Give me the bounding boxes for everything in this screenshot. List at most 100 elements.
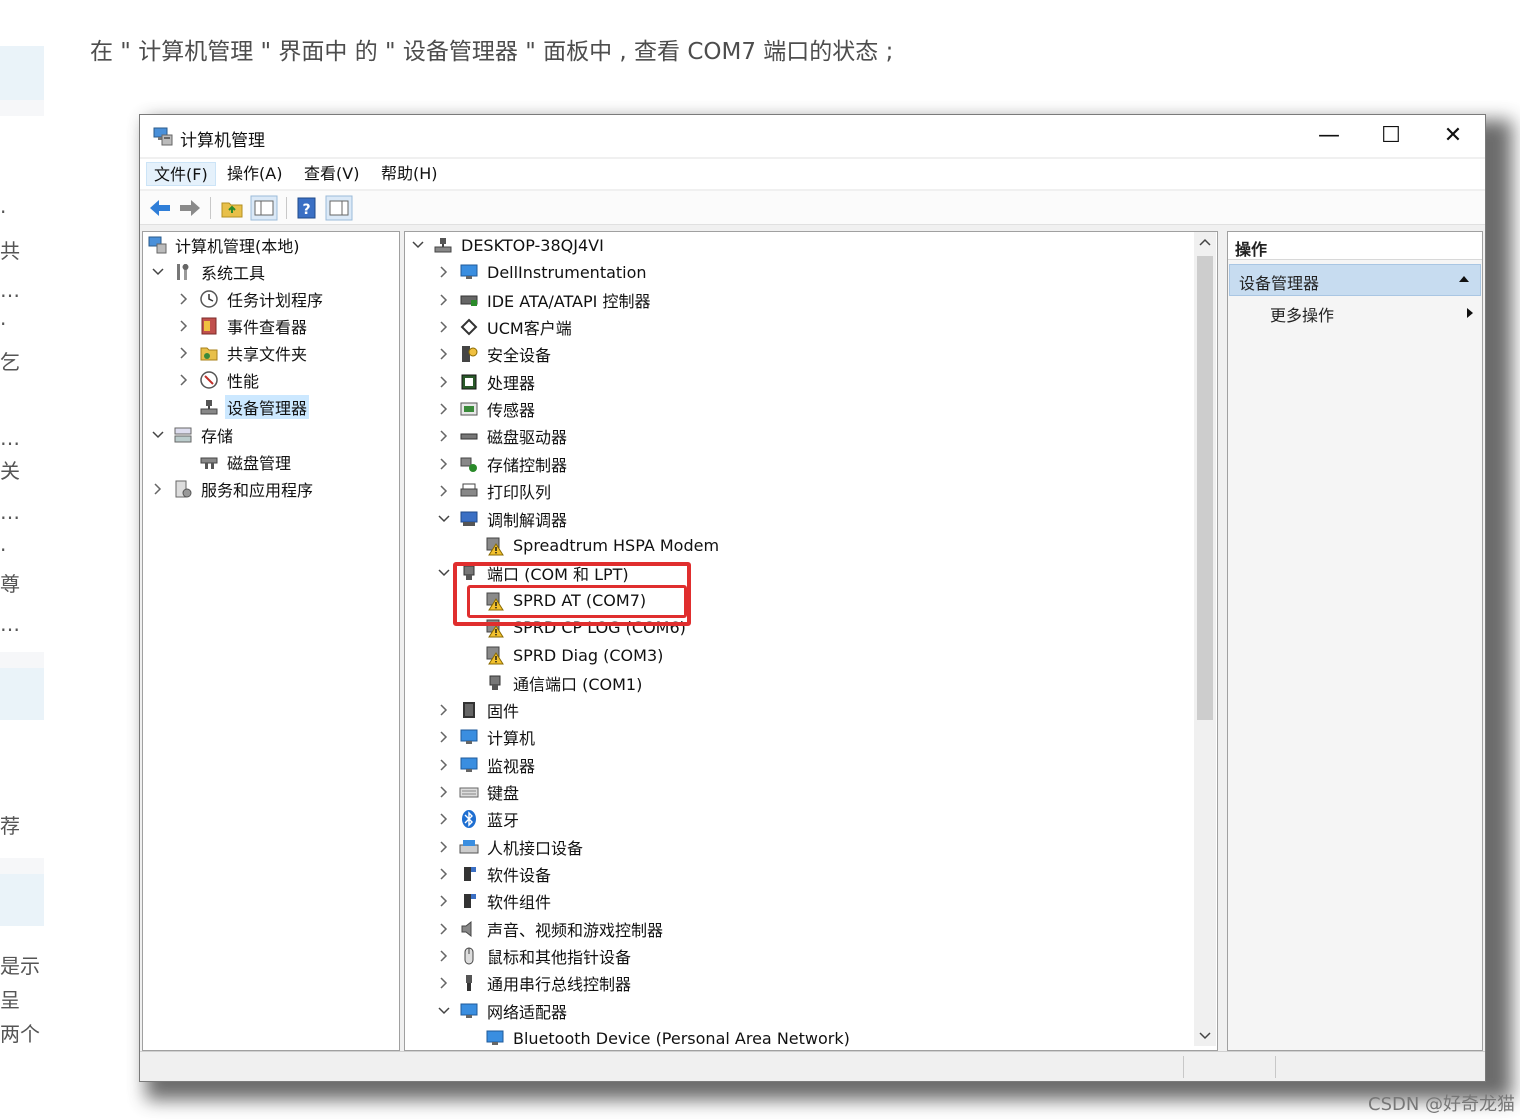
device-tree-node[interactable]: 软件组件: [437, 888, 553, 914]
chevron-down-icon[interactable]: [437, 998, 451, 1024]
chevron-right-icon[interactable]: [177, 286, 191, 312]
chevron-right-icon[interactable]: [437, 752, 451, 778]
device-tree-node[interactable]: SPRD Diag (COM3): [485, 642, 665, 668]
chevron-right-icon[interactable]: [177, 313, 191, 339]
chevron-right-icon[interactable]: [437, 861, 451, 887]
device-tree-node[interactable]: DellInstrumentation: [437, 259, 649, 285]
svg-text:?: ?: [302, 202, 310, 218]
chevron-right-icon[interactable]: [177, 367, 191, 393]
scrollbar-thumb[interactable]: [1197, 256, 1213, 720]
actions-section-device-manager[interactable]: 设备管理器: [1229, 264, 1481, 296]
tree-node-shared-folders[interactable]: 共享文件夹: [177, 340, 309, 366]
more-actions-item[interactable]: 更多操作: [1270, 302, 1480, 326]
chevron-down-icon[interactable]: [151, 422, 165, 448]
chevron-right-icon[interactable]: [177, 340, 191, 366]
tree-node-computer-management[interactable]: 计算机管理(本地): [147, 232, 302, 258]
chevron-down-icon[interactable]: [151, 259, 165, 285]
device-tree-label: 键盘: [487, 784, 520, 803]
device-tree-node[interactable]: 蓝牙: [437, 806, 521, 832]
device-tree-node[interactable]: 安全设备: [437, 341, 553, 367]
chevron-right-icon[interactable]: [437, 259, 451, 285]
tree-node-system-tools[interactable]: 系统工具: [151, 259, 267, 285]
chevron-right-icon[interactable]: [437, 970, 451, 996]
tree-node-services[interactable]: 服务和应用程序: [151, 476, 315, 502]
tree-node-event-viewer[interactable]: 事件查看器: [177, 313, 309, 339]
scroll-down-icon[interactable]: [1199, 1032, 1211, 1040]
up-folder-icon[interactable]: [218, 195, 246, 221]
tree-node-task-scheduler[interactable]: 任务计划程序: [177, 286, 325, 312]
collapse-up-icon[interactable]: [1458, 275, 1470, 283]
chevron-right-icon[interactable]: [437, 314, 451, 340]
shared-folders-icon: [200, 347, 218, 361]
chevron-right-icon[interactable]: [437, 369, 451, 395]
help-icon[interactable]: ?: [293, 195, 321, 221]
device-tree-node[interactable]: Bluetooth Device (Personal Area Network): [485, 1025, 852, 1050]
chevron-right-icon[interactable]: [437, 478, 451, 504]
status-divider: [1275, 1056, 1276, 1078]
chevron-right-icon[interactable]: [437, 423, 451, 449]
tree-node-storage[interactable]: 存储: [151, 422, 235, 448]
device-tree-node[interactable]: 固件: [437, 697, 521, 723]
mouse-icon: [464, 947, 474, 965]
device-tree-node[interactable]: 调制解调器: [437, 506, 569, 532]
chevron-right-icon[interactable]: [437, 888, 451, 914]
scroll-up-icon[interactable]: [1199, 238, 1211, 246]
tree-node-disk-management[interactable]: 磁盘管理: [199, 449, 293, 475]
menu-file[interactable]: 文件(F): [146, 162, 216, 186]
chevron-right-icon[interactable]: [437, 287, 451, 313]
menu-view[interactable]: 查看(V): [297, 162, 366, 186]
chevron-down-icon[interactable]: [437, 506, 451, 532]
device-tree-node[interactable]: 处理器: [437, 369, 537, 395]
chevron-right-icon[interactable]: [437, 697, 451, 723]
chevron-right-icon[interactable]: [437, 916, 451, 942]
device-tree-label: SPRD Diag (COM3): [513, 645, 664, 665]
device-tree-node[interactable]: 传感器: [437, 396, 537, 422]
device-tree-label: 调制解调器: [487, 510, 568, 530]
menu-action[interactable]: 操作(A): [220, 162, 289, 186]
device-tree-node[interactable]: 计算机: [437, 724, 537, 750]
vertical-scrollbar[interactable]: [1194, 232, 1216, 1046]
device-tree-node[interactable]: UCM客户端: [437, 314, 574, 340]
maximize-button[interactable]: ☐: [1360, 115, 1422, 157]
chevron-right-icon[interactable]: [437, 341, 451, 367]
device-tree-node[interactable]: DESKTOP-38QJ4VI: [411, 232, 606, 258]
chevron-right-icon[interactable]: [437, 724, 451, 750]
device-tree-node[interactable]: 磁盘驱动器: [437, 423, 569, 449]
actions-panel: 操作 设备管理器 更多操作: [1227, 231, 1483, 1051]
article-caption: 在 " 计算机管理 " 界面中 的 " 设备管理器 " 面板中 , 查看 COM…: [90, 39, 894, 65]
tree-node-performance[interactable]: 性能: [177, 367, 261, 393]
minimize-button[interactable]: —: [1298, 115, 1360, 157]
tree-node-label: 共享文件夹: [227, 345, 308, 364]
device-tree-node[interactable]: 软件设备: [437, 861, 553, 887]
chevron-right-icon[interactable]: [151, 476, 165, 502]
back-arrow-icon[interactable]: [146, 195, 174, 221]
device-tree-node[interactable]: 键盘: [437, 779, 521, 805]
device-tree-node[interactable]: Spreadtrum HSPA Modem: [485, 533, 721, 559]
device-tree-node[interactable]: 人机接口设备: [437, 834, 585, 860]
device-tree-label: 磁盘驱动器: [487, 428, 568, 448]
tree-node-device-manager[interactable]: 设备管理器: [199, 394, 310, 420]
device-tree-node[interactable]: IDE ATA/ATAPI 控制器: [437, 287, 652, 313]
device-tree-node[interactable]: 网络适配器: [437, 998, 569, 1024]
close-button[interactable]: ✕: [1422, 115, 1484, 157]
show-hide-action-pane-icon[interactable]: [325, 195, 353, 221]
device-tree-node[interactable]: 监视器: [437, 752, 537, 778]
chevron-down-icon[interactable]: [411, 232, 425, 258]
chevron-right-icon[interactable]: [437, 834, 451, 860]
show-hide-tree-icon[interactable]: [250, 195, 278, 221]
forward-arrow-icon[interactable]: [176, 195, 204, 221]
chevron-right-icon[interactable]: [437, 451, 451, 477]
chevron-right-icon[interactable]: [437, 396, 451, 422]
chevron-right-icon[interactable]: [437, 943, 451, 969]
device-tree-node[interactable]: 通信端口 (COM1): [485, 670, 644, 696]
device-tree-node[interactable]: 打印队列: [437, 478, 553, 504]
title-bar[interactable]: 计算机管理 — ☐ ✕: [140, 115, 1485, 157]
device-tree-node[interactable]: 通用串行总线控制器: [437, 970, 633, 996]
chevron-right-icon[interactable]: [437, 806, 451, 832]
device-tree-node[interactable]: 声音、视频和游戏控制器: [437, 916, 665, 942]
chevron-right-icon[interactable]: [437, 779, 451, 805]
device-tree-node[interactable]: 鼠标和其他指针设备: [437, 943, 633, 969]
menu-help[interactable]: 帮助(H): [374, 162, 445, 186]
device-tree-node[interactable]: 存储控制器: [437, 451, 569, 477]
chevron-down-icon[interactable]: [437, 560, 451, 586]
